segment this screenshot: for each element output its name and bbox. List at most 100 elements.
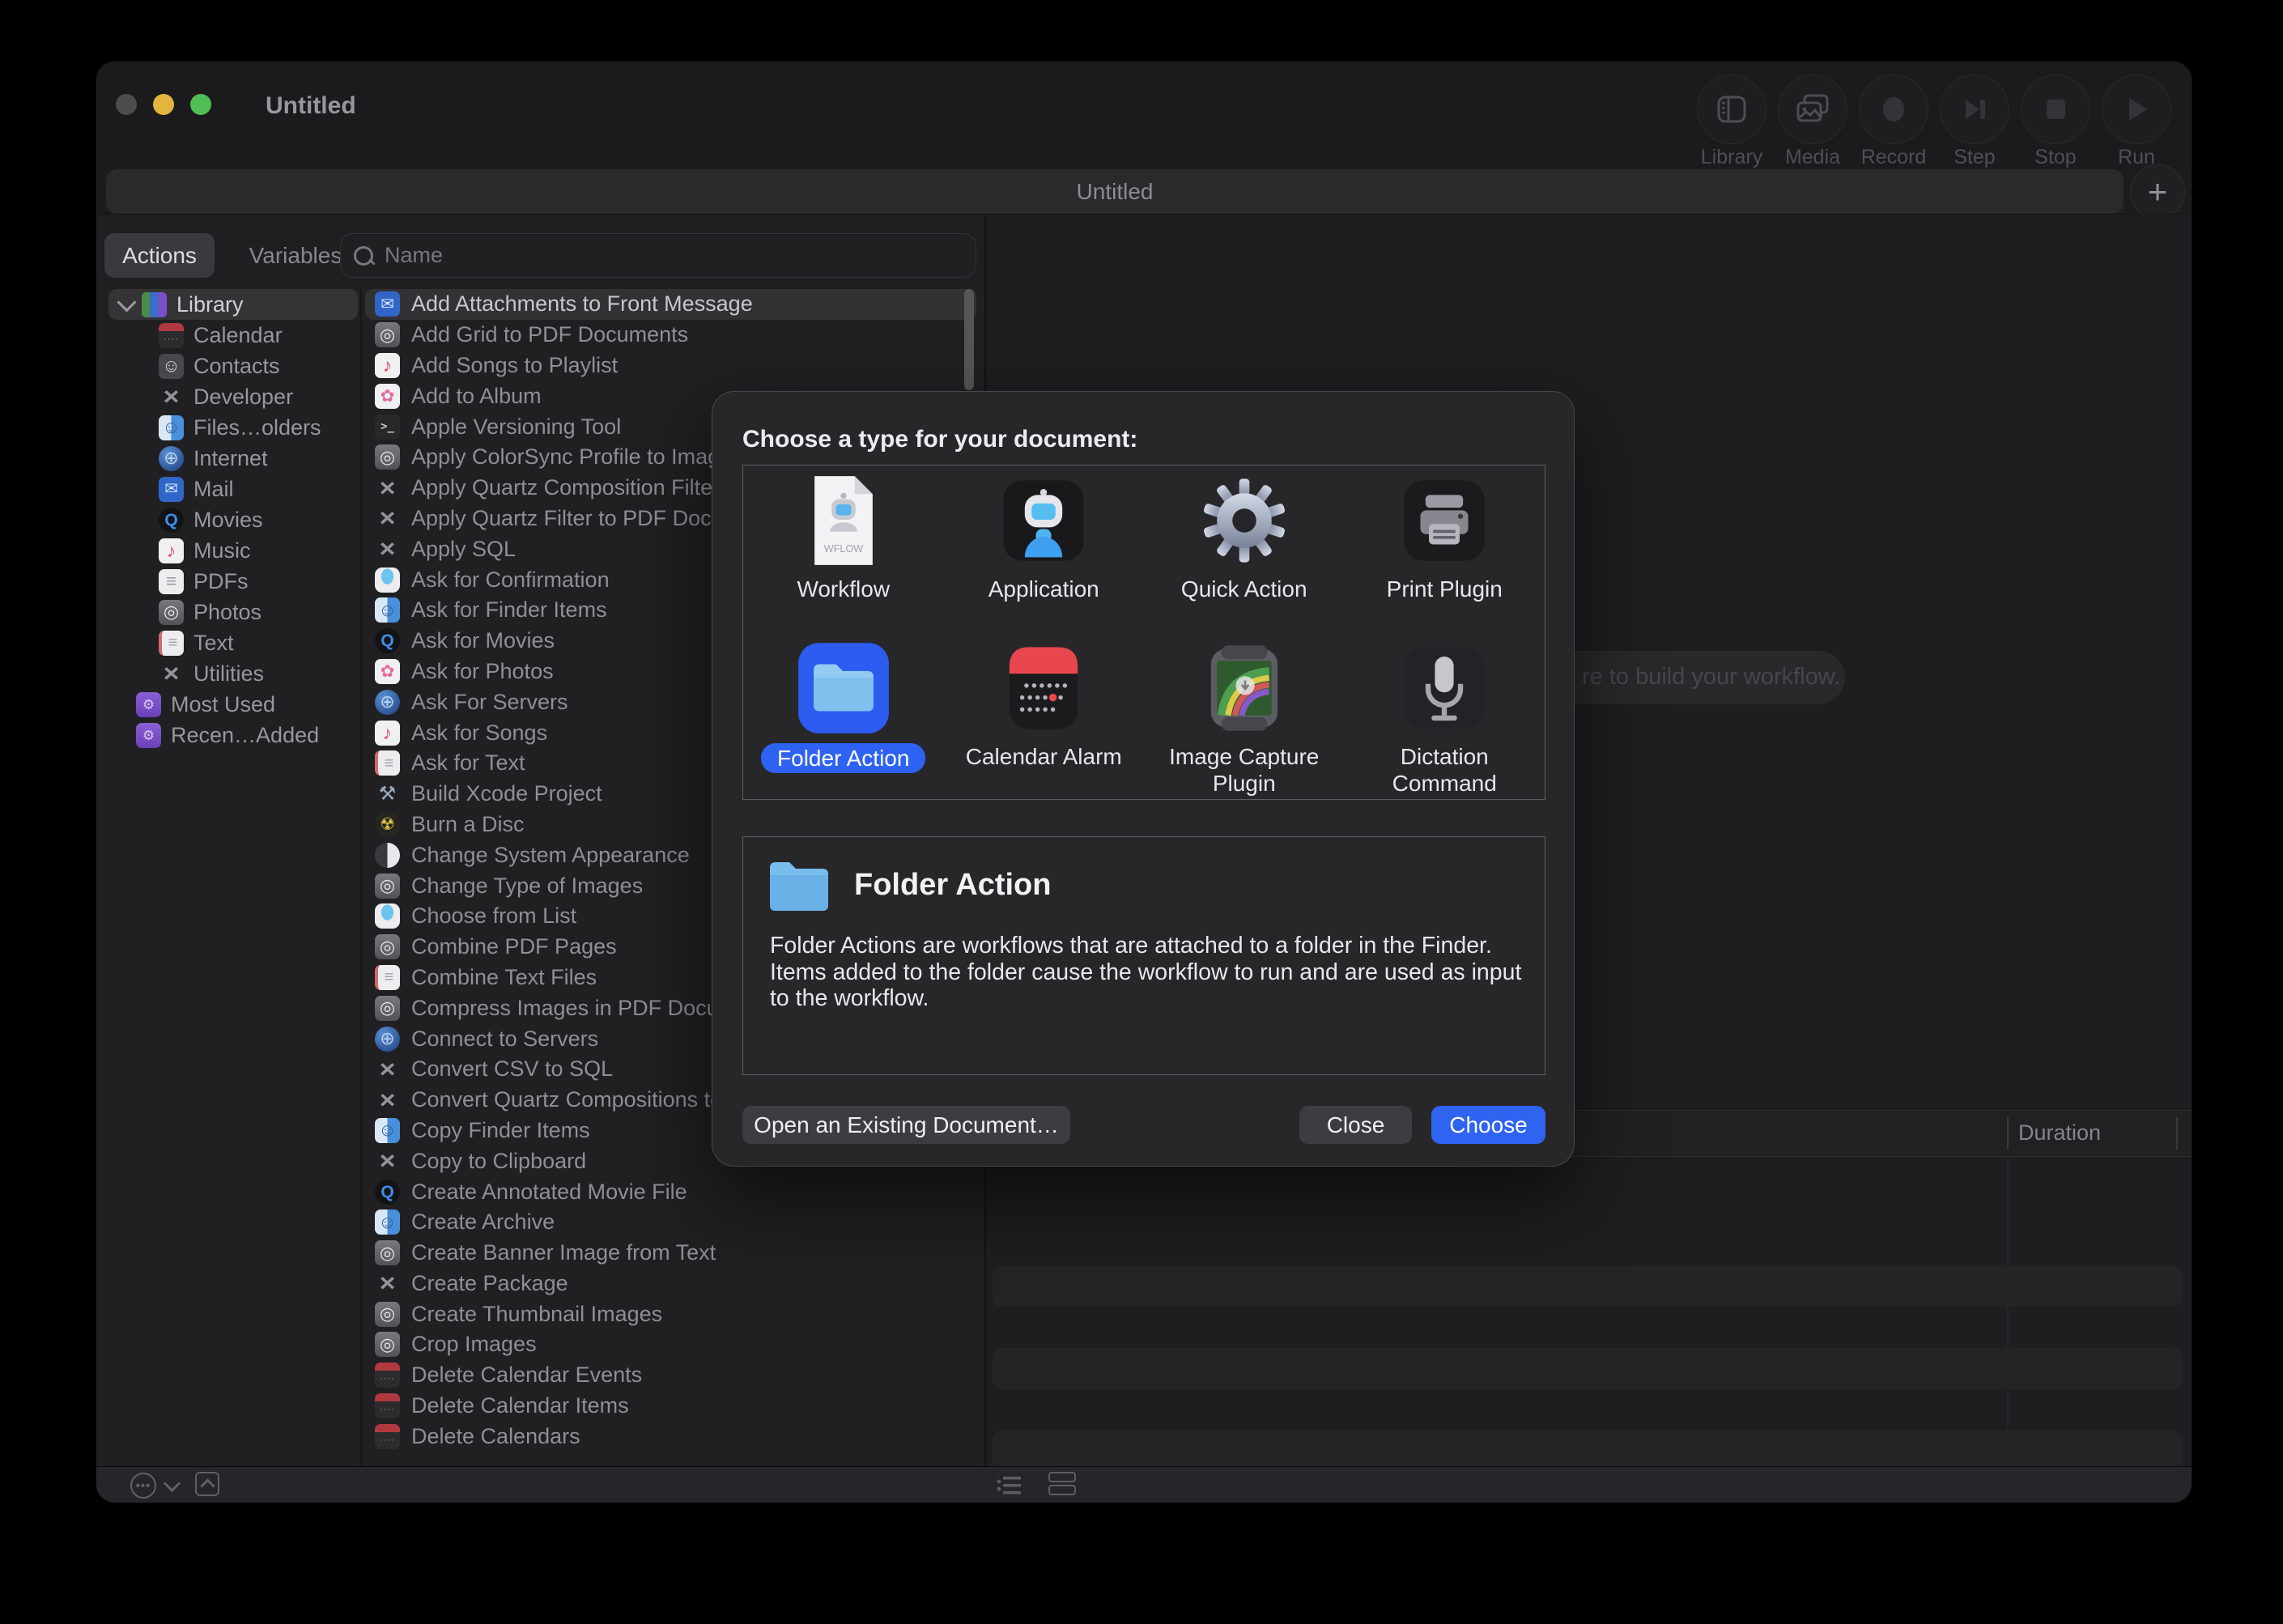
sidebar-item-developer[interactable]: Developer [108,381,358,412]
stacked-view-icon[interactable] [1048,1472,1076,1498]
sidebar-item-files-olders[interactable]: Files…olders [108,412,358,443]
stop-button[interactable]: Stop [2015,74,2096,169]
toolbar: LibraryMediaRecordStepStopRun [1691,74,2177,169]
sidebar-item-text[interactable]: Text [108,627,358,658]
action-item[interactable]: Add Grid to PDF Documents [365,320,976,351]
media-button[interactable]: Media [1772,74,1853,169]
document-tab[interactable]: Untitled [106,169,2124,214]
record-button[interactable]: Record [1853,74,1934,169]
close-button[interactable] [116,94,137,115]
sidebar-item-internet[interactable]: Internet [108,443,358,474]
music-icon [159,538,184,563]
action-item-label: Apply Quartz Composition Filter to [411,475,744,500]
document-type-dictation[interactable]: Dictation Command [1345,633,1545,801]
tab-variables[interactable]: Variables [239,233,352,278]
search-field[interactable] [340,233,976,278]
smartfolder-icon [136,723,161,748]
disclosure-chevron-icon[interactable] [117,292,136,312]
action-item-label: Add Songs to Playlist [411,353,618,378]
stop-icon [2021,74,2090,144]
action-item[interactable]: Delete Calendar Events [365,1360,976,1391]
list-view-icon[interactable] [995,1476,1021,1495]
lens-icon [159,600,184,625]
document-type-print-plugin[interactable]: Print Plugin [1345,466,1545,633]
action-item[interactable]: Delete Calendars [365,1421,976,1452]
action-item-label: Create Thumbnail Images [411,1302,662,1327]
sidebar-item-mail[interactable]: Mail [108,474,358,504]
sidebar-item-label: Photos [193,600,261,625]
action-item-label: Ask for Finder Items [411,597,607,623]
action-item-label: Ask for Movies [411,628,555,653]
add-tab-button[interactable]: + [2130,164,2185,219]
library-panel-icon [1697,74,1766,144]
sidebar-item-music[interactable]: Music [108,535,358,566]
action-item[interactable]: Create Annotated Movie File [365,1176,976,1207]
action-item-label: Change Type of Images [411,874,643,899]
log-column-separator[interactable] [2007,1117,2009,1150]
panel-toggle-button[interactable] [195,1472,219,1496]
sidebar-item-calendar[interactable]: Calendar [108,320,358,351]
dialog-title: Choose a type for your document: [742,426,1137,453]
sidebar-item-label: Text [193,631,234,656]
action-item-label: Convert Quartz Compositions to Q [411,1087,746,1112]
action-item-label: Apple Versioning Tool [411,415,621,440]
document-type-quick-action[interactable]: Quick Action [1144,466,1345,633]
calendar-icon [159,323,184,348]
document-type-label: Print Plugin [1387,576,1503,602]
document-type-label: Application [988,576,1099,602]
run-button[interactable]: Run [2096,74,2177,169]
library-button[interactable]: Library [1691,74,1772,169]
sidebar-item-label: Files…olders [193,415,321,440]
action-item[interactable]: Delete Calendar Items [365,1391,976,1422]
sidebar-item-most-used[interactable]: Most Used [108,689,358,720]
search-input[interactable] [383,242,963,269]
sidebar-item-label: PDFs [193,569,249,594]
canvas-hint-text: re to build your workflow. [1582,664,1840,691]
sidebar-item-library[interactable]: Library [108,289,358,320]
sidebar-item-utilities[interactable]: Utilities [108,658,358,689]
log-row [993,1348,2183,1389]
close-button-dialog[interactable]: Close [1299,1106,1412,1144]
sidebar-item-pdfs[interactable]: PDFs [108,566,358,597]
document-type-label: Dictation Command [1351,743,1537,797]
log-column-separator[interactable] [2176,1117,2178,1150]
action-list-scrollbar[interactable] [964,289,974,390]
sidebar-item-recen-added[interactable]: Recen…Added [108,720,358,750]
action-item[interactable]: Create Archive [365,1207,976,1238]
sidebar-item-movies[interactable]: Movies [108,504,358,535]
sidebar-item-photos[interactable]: Photos [108,597,358,627]
run-options-icon[interactable]: ••• [130,1473,156,1499]
duration-column-header[interactable]: Duration [2018,1120,2101,1146]
action-item-label: Copy Finder Items [411,1118,590,1143]
step-button[interactable]: Step [1934,74,2015,169]
type-description-box: Folder Action Folder Actions are workflo… [742,836,1545,1075]
action-item-label: Delete Calendars [411,1424,580,1449]
chevron-down-icon[interactable] [164,1475,181,1492]
action-item-label: Apply Quartz Filter to PDF Docum [411,506,742,531]
xtool-icon [375,1149,400,1174]
zoom-button[interactable] [190,94,211,115]
document-type-application[interactable]: Application [944,466,1145,633]
action-item[interactable]: Create Thumbnail Images [365,1299,976,1329]
open-existing-document-button[interactable]: Open an Existing Document… [742,1106,1070,1144]
sidebar-item-contacts[interactable]: Contacts [108,351,358,381]
action-item[interactable]: Crop Images [365,1329,976,1360]
action-item[interactable]: Create Banner Image from Text [365,1238,976,1269]
action-item-label: Compress Images in PDF Docume [411,996,749,1021]
action-item[interactable]: Create Package [365,1269,976,1299]
document-type-image-capture[interactable]: Image Capture Plugin [1144,633,1345,801]
svg-text:WFLOW: WFLOW [824,543,864,555]
action-item[interactable]: Add Songs to Playlist [365,351,976,381]
document-type-calendar-alarm[interactable]: Calendar Alarm [944,633,1145,801]
folder-action-icon [797,641,891,735]
choose-button[interactable]: Choose [1431,1106,1545,1144]
sidebar-item-label: Recen…Added [171,723,319,748]
action-item[interactable]: Add Attachments to Front Message [365,289,976,320]
minimize-button[interactable] [153,94,174,115]
document-type-workflow[interactable]: WFLOWWorkflow [743,466,944,633]
tab-actions[interactable]: Actions [104,233,215,278]
document-type-folder-action[interactable]: Folder Action [743,633,944,801]
sidebar-item-label: Internet [193,446,268,471]
sidebar-item-label: Contacts [193,354,280,379]
document-type-label: Calendar Alarm [966,743,1122,770]
